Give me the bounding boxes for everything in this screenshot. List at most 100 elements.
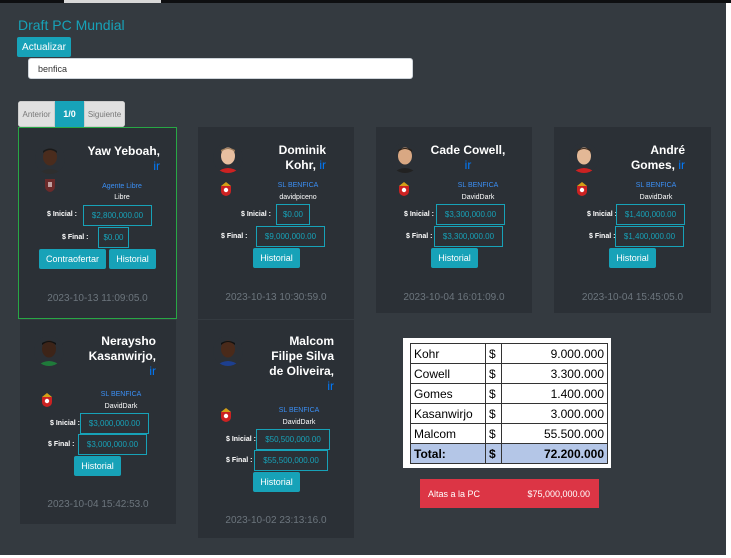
summary-currency: $ <box>485 423 502 444</box>
player-link[interactable]: ir <box>319 158 326 172</box>
initial-price: $3,000,000.00 <box>80 413 149 434</box>
pager-previous-button[interactable]: Anterior <box>18 101 55 127</box>
history-button[interactable]: Historial <box>109 249 156 269</box>
summary-currency: $ <box>485 343 502 364</box>
offer-date: 2023-10-13 11:09:05.0 <box>47 293 148 304</box>
final-label: $ Final : <box>221 233 248 240</box>
altas-value: $75,000,000.00 <box>527 488 590 499</box>
final-price: $0.00 <box>98 227 129 248</box>
player-club: SL BENFICA <box>635 182 677 189</box>
summary-value: 3.000.000 <box>501 403 608 424</box>
initial-price: $3,300,000.00 <box>436 204 505 225</box>
player-name-line: Kasanwirjo, <box>88 349 156 363</box>
player-name: Dominik Kohr, ir <box>226 143 326 173</box>
player-club: SL BENFICA <box>277 182 319 189</box>
player-name: Malcom Filipe Silva de Oliveira, ir <box>234 334 334 394</box>
search-input[interactable] <box>28 58 413 79</box>
total-currency: $ <box>485 443 502 464</box>
summary-name: Malcom <box>410 423 486 444</box>
table-row: Gomes $ 1.400.000 <box>410 383 608 404</box>
summary-name: Kohr <box>410 343 486 364</box>
player-name-line: Dominik <box>278 143 326 157</box>
benfica-crest-icon <box>39 392 55 408</box>
table-row: Kohr $ 9.000.000 <box>410 343 608 364</box>
initial-price: $2,800,000.00 <box>83 205 152 226</box>
offer-date: 2023-10-04 16:01:09.0 <box>403 292 505 303</box>
player-card: Dominik Kohr, ir SL BENFICA davidpiceno … <box>198 127 354 319</box>
offer-date: 2023-10-04 15:42:53.0 <box>47 499 149 510</box>
summary-value: 3.300.000 <box>501 363 608 384</box>
player-club: SL BENFICA <box>278 407 320 414</box>
player-card: Yaw Yeboah, ir Agente Libre Libre $ Inic… <box>18 127 177 319</box>
summary-currency: $ <box>485 383 502 404</box>
summary-table: Kohr $ 9.000.000 Cowell $ 3.300.000 Gome… <box>403 338 611 468</box>
final-price: $3,300,000.00 <box>434 226 503 247</box>
page-title: Draft PC Mundial <box>18 17 125 33</box>
benfica-crest-icon <box>218 181 234 197</box>
player-avatar <box>390 143 420 173</box>
player-club: Agente Libre <box>102 183 142 190</box>
summary-currency: $ <box>485 363 502 384</box>
history-button[interactable]: Historial <box>253 472 300 492</box>
table-row: Malcom $ 55.500.000 <box>410 423 608 444</box>
player-link[interactable]: ir <box>153 159 160 173</box>
final-price: $1,400,000.00 <box>615 226 684 247</box>
player-name-line: Yaw Yeboah, <box>87 144 160 158</box>
update-button[interactable]: Actualizar <box>17 37 71 57</box>
benfica-crest-icon <box>218 407 234 423</box>
player-name-line: Kohr, <box>285 158 316 172</box>
final-label: $ Final : <box>226 457 253 464</box>
initial-price: $1,400,000.00 <box>616 204 685 225</box>
pager-current-page[interactable]: 1/0 <box>55 101 84 127</box>
altas-label: Altas a la PC <box>428 488 481 499</box>
summary-name: Kasanwirjo <box>410 403 486 424</box>
final-label: $ Final : <box>406 233 433 240</box>
player-name: Cade Cowell, ir <box>418 143 518 173</box>
summary-name: Cowell <box>410 363 486 384</box>
player-owner: DavidDark <box>282 419 316 426</box>
player-link[interactable]: ir <box>327 379 334 393</box>
pagination: Anterior 1/0 Siguiente <box>18 101 125 127</box>
initial-price: $0.00 <box>276 204 310 225</box>
total-label: Total: <box>410 443 486 464</box>
initial-label: $ Inicial : <box>404 211 434 218</box>
player-name-line: Neraysho <box>101 334 156 348</box>
player-name-line: Gomes, <box>630 158 675 172</box>
initial-label: $ Inicial : <box>50 420 80 427</box>
history-button[interactable]: Historial <box>74 456 121 476</box>
summary-currency: $ <box>485 403 502 424</box>
final-label: $ Final : <box>48 441 75 448</box>
history-button[interactable]: Historial <box>253 248 300 268</box>
player-name-line: de Oliveira, <box>269 364 334 378</box>
player-link[interactable]: ir <box>465 158 472 172</box>
player-owner: Libre <box>114 194 130 201</box>
initial-label: $ Inicial : <box>241 211 271 218</box>
pager-next-button[interactable]: Siguiente <box>84 101 125 127</box>
player-name-line: André <box>650 143 685 157</box>
player-owner: DavidDark <box>104 403 138 410</box>
player-link[interactable]: ir <box>678 158 685 172</box>
final-price: $3,000,000.00 <box>78 434 147 455</box>
player-link[interactable]: ir <box>149 364 156 378</box>
counteroffer-button[interactable]: Contraofertar <box>39 249 106 269</box>
initial-label: $ Inicial : <box>587 211 617 218</box>
benfica-crest-icon <box>396 181 412 197</box>
player-club: SL BENFICA <box>100 391 142 398</box>
player-card: Cade Cowell, ir SL BENFICA DavidDark $ I… <box>376 127 532 313</box>
initial-price: $50,500,000.00 <box>256 429 330 450</box>
initial-label: $ Inicial : <box>226 436 256 443</box>
final-label: $ Final : <box>589 233 616 240</box>
final-price: $55,500,000.00 <box>254 450 328 471</box>
offer-date: 2023-10-13 10:30:59.0 <box>225 292 327 303</box>
history-button[interactable]: Historial <box>431 248 478 268</box>
summary-grid: Kohr $ 9.000.000 Cowell $ 3.300.000 Gome… <box>410 343 608 464</box>
player-name: André Gomes, ir <box>595 143 685 173</box>
benfica-crest-icon <box>574 181 590 197</box>
summary-value: 1.400.000 <box>501 383 608 404</box>
player-card: André Gomes, ir SL BENFICA DavidDark $ I… <box>554 127 711 313</box>
total-value: 72.200.000 <box>501 443 608 464</box>
history-button[interactable]: Historial <box>609 248 656 268</box>
player-owner: davidpiceno <box>279 194 317 201</box>
player-name: Yaw Yeboah, ir <box>55 144 160 174</box>
player-owner: DavidDark <box>639 194 673 201</box>
